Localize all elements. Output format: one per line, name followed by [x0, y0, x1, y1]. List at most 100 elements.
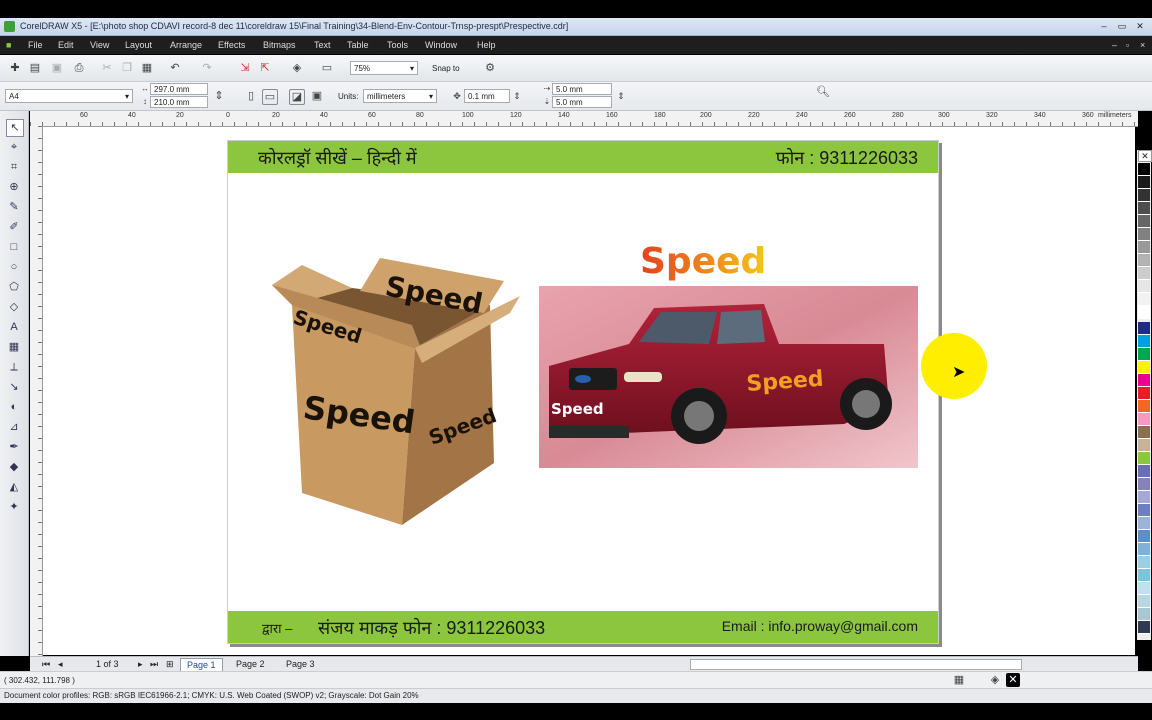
blend-tool-icon[interactable]: ◐: [6, 399, 22, 415]
table-tool-icon[interactable]: ▦: [6, 339, 22, 355]
swatch-light-blue[interactable]: [1138, 517, 1150, 530]
print-icon[interactable]: ⎙: [72, 61, 86, 75]
add-page-icon[interactable]: ⊞: [166, 658, 174, 670]
swatch-steel-blue[interactable]: [1138, 530, 1150, 543]
new-document-icon[interactable]: ✚: [8, 61, 22, 75]
units-select[interactable]: millimeters ▾: [363, 89, 437, 103]
swatch-magenta[interactable]: [1138, 374, 1150, 387]
horizontal-ruler[interactable]: 60 40 20 0 20 40 60 80 100 120 140 160 1…: [30, 111, 1138, 127]
footer-author-phone[interactable]: संजय माकड़ फोन : 9311226033: [318, 616, 545, 640]
no-fill-swatch[interactable]: ✕: [1138, 150, 1152, 162]
cardboard-box[interactable]: Speed Speed Speed Speed: [262, 253, 527, 527]
swatch-pale-cyan[interactable]: [1138, 556, 1150, 569]
vertical-ruler[interactable]: [30, 126, 43, 656]
prev-page-icon[interactable]: ◂: [58, 658, 63, 670]
open-icon[interactable]: ▤: [28, 61, 42, 75]
menu-layout[interactable]: Layout: [125, 40, 152, 50]
document-page[interactable]: कोरलड्रॉ सीखें – हिन्दी में फोन : 931122…: [227, 140, 939, 644]
menu-table[interactable]: Table: [347, 40, 369, 50]
swatch-lavender[interactable]: [1138, 478, 1150, 491]
all-pages-icon[interactable]: ◪: [289, 89, 305, 105]
swatch-navy[interactable]: [1138, 322, 1150, 335]
swatch-powder[interactable]: [1138, 595, 1150, 608]
swatch-tan[interactable]: [1138, 439, 1150, 452]
footer-by-label[interactable]: द्वारा –: [262, 619, 292, 637]
fill-tool-icon[interactable]: ◆: [6, 459, 22, 475]
landscape-icon[interactable]: ▭: [262, 89, 278, 105]
menu-effects[interactable]: Effects: [218, 40, 245, 50]
smart-drawing-icon[interactable]: ✦: [6, 499, 22, 515]
header-hindi-title[interactable]: कोरलड्रॉ सीखें – हिन्दी में: [258, 146, 417, 170]
swatch-blue-gray[interactable]: [1138, 504, 1150, 517]
crop-tool-icon[interactable]: ⌗: [6, 159, 22, 175]
horizontal-scrollbar[interactable]: [690, 659, 1022, 670]
fill-bucket-icon[interactable]: ◈: [988, 673, 1002, 687]
menu-tools[interactable]: Tools: [387, 40, 408, 50]
paste-icon[interactable]: ▦: [140, 61, 154, 75]
speed-title-graphic[interactable]: Speed: [638, 237, 770, 281]
outline-indicator-icon[interactable]: ✕: [1006, 673, 1020, 687]
menu-help[interactable]: Help: [477, 40, 496, 50]
doc-minimize-icon[interactable]: –: [1112, 40, 1117, 50]
swatch-gray-60[interactable]: [1138, 215, 1150, 228]
swatch-gray-10[interactable]: [1138, 280, 1150, 293]
snap-to-button[interactable]: Snap to: [432, 64, 460, 73]
maximize-icon[interactable]: ▭: [1114, 20, 1130, 32]
minimize-icon[interactable]: –: [1096, 20, 1112, 32]
application-launcher-icon[interactable]: ◈: [290, 61, 304, 75]
cut-icon[interactable]: ✂: [100, 61, 114, 75]
swatch-red[interactable]: [1138, 387, 1150, 400]
import-icon[interactable]: ⇲: [238, 61, 252, 75]
page-width-field[interactable]: 297.0 mm: [150, 83, 208, 95]
doc-restore-icon[interactable]: ▫: [1126, 40, 1129, 50]
menu-file[interactable]: File: [28, 40, 43, 50]
swatch-violet[interactable]: [1138, 465, 1150, 478]
redo-icon[interactable]: ↷: [200, 61, 214, 75]
polygon-tool-icon[interactable]: ⬠: [6, 279, 22, 295]
dimension-tool-icon[interactable]: ⟂: [6, 359, 22, 375]
pickup-truck-photo[interactable]: Speed Speed: [539, 286, 918, 468]
smart-fill-icon[interactable]: ✐: [6, 219, 22, 235]
tab-page-3[interactable]: Page 3: [280, 658, 321, 670]
menu-text[interactable]: Text: [314, 40, 331, 50]
tab-page-1[interactable]: Page 1: [180, 658, 223, 672]
swatch-aqua[interactable]: [1138, 569, 1150, 582]
swatch-sky[interactable]: [1138, 543, 1150, 556]
swatch-slate[interactable]: [1138, 621, 1150, 634]
first-page-icon[interactable]: ⏮: [42, 658, 50, 670]
swatch-white[interactable]: [1138, 306, 1150, 319]
text-tool-icon[interactable]: A: [6, 319, 22, 335]
swatch-green[interactable]: [1138, 348, 1150, 361]
doc-close-icon[interactable]: ×: [1140, 40, 1145, 50]
swatch-periwinkle[interactable]: [1138, 491, 1150, 504]
swatch-yellow[interactable]: [1138, 361, 1150, 374]
duplicate-y-field[interactable]: 5.0 mm: [552, 96, 612, 108]
paper-size-select[interactable]: A4 ▾: [5, 89, 133, 103]
save-icon[interactable]: ▣: [50, 61, 64, 75]
header-phone[interactable]: फोन : 9311226033: [776, 146, 918, 170]
menu-bitmaps[interactable]: Bitmaps: [263, 40, 296, 50]
undo-icon[interactable]: ↶: [168, 61, 182, 75]
eyedropper-icon[interactable]: ⊿: [6, 419, 22, 435]
basic-shapes-icon[interactable]: ◇: [6, 299, 22, 315]
portrait-icon[interactable]: ▯: [244, 89, 258, 103]
duplicate-stepper-icon[interactable]: ⇕: [614, 89, 628, 103]
export-icon[interactable]: ⇱: [258, 61, 272, 75]
interactive-fill-icon[interactable]: ◭: [6, 479, 22, 495]
footer-email[interactable]: Email : info.proway@gmail.com: [722, 618, 918, 634]
swatch-gray-70[interactable]: [1138, 202, 1150, 215]
swatch-gray-20[interactable]: [1138, 267, 1150, 280]
outline-pen-icon[interactable]: ✒: [6, 439, 22, 455]
nudge-distance-field[interactable]: 0.1 mm: [464, 89, 510, 103]
duplicate-x-field[interactable]: 5.0 mm: [552, 83, 612, 95]
options-icon[interactable]: ⚙: [483, 61, 497, 75]
nudge-stepper-icon[interactable]: ⇕: [510, 89, 524, 103]
current-page-icon[interactable]: ▣: [310, 89, 324, 103]
fill-indicator-icon[interactable]: ▦: [952, 673, 966, 687]
zoom-level-select[interactable]: 75% ▾: [350, 61, 418, 75]
last-page-icon[interactable]: ⏭: [150, 658, 158, 670]
swatch-gray-40[interactable]: [1138, 241, 1150, 254]
ellipse-tool-icon[interactable]: ○: [6, 259, 22, 275]
zoom-icon[interactable]: ⊕: [6, 179, 22, 195]
close-icon[interactable]: ✕: [1132, 20, 1148, 32]
